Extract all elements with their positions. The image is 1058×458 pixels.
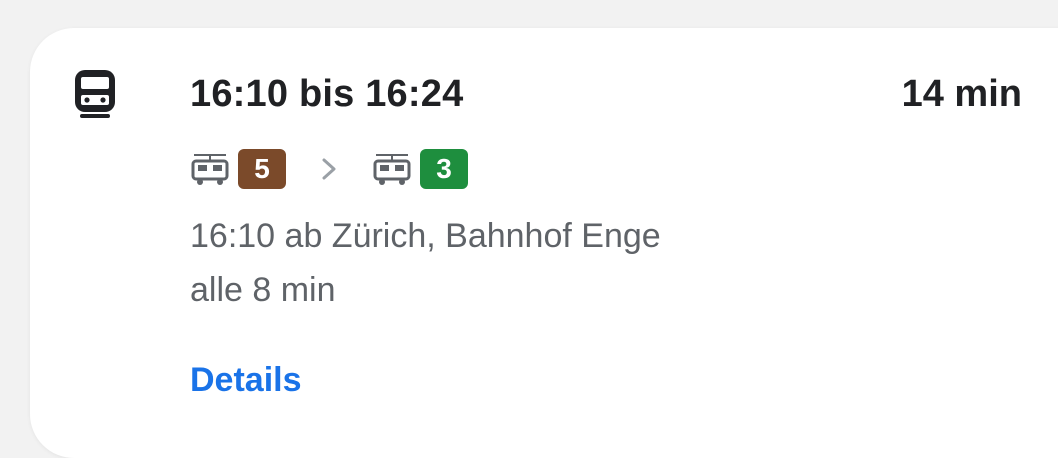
- transit-legs: 5 3: [190, 148, 468, 190]
- tram-icon: [191, 154, 229, 185]
- details-link[interactable]: Details: [190, 360, 302, 400]
- chevron-right-icon: [322, 158, 336, 180]
- route-time-range: 16:10 bis 16:24: [190, 73, 464, 115]
- line-badge-3: 3: [420, 149, 468, 189]
- departure-info: 16:10 ab Zürich, Bahnhof Enge: [190, 217, 661, 255]
- line-badge-5: 5: [238, 149, 286, 189]
- frequency-info: alle 8 min: [190, 271, 336, 309]
- route-option-card[interactable]: 16:10 bis 16:24 14 min 5 3 16:10 ab Züri…: [30, 28, 1058, 458]
- train-icon: [75, 70, 115, 118]
- tram-icon: [373, 154, 411, 185]
- route-duration: 14 min: [901, 73, 1022, 115]
